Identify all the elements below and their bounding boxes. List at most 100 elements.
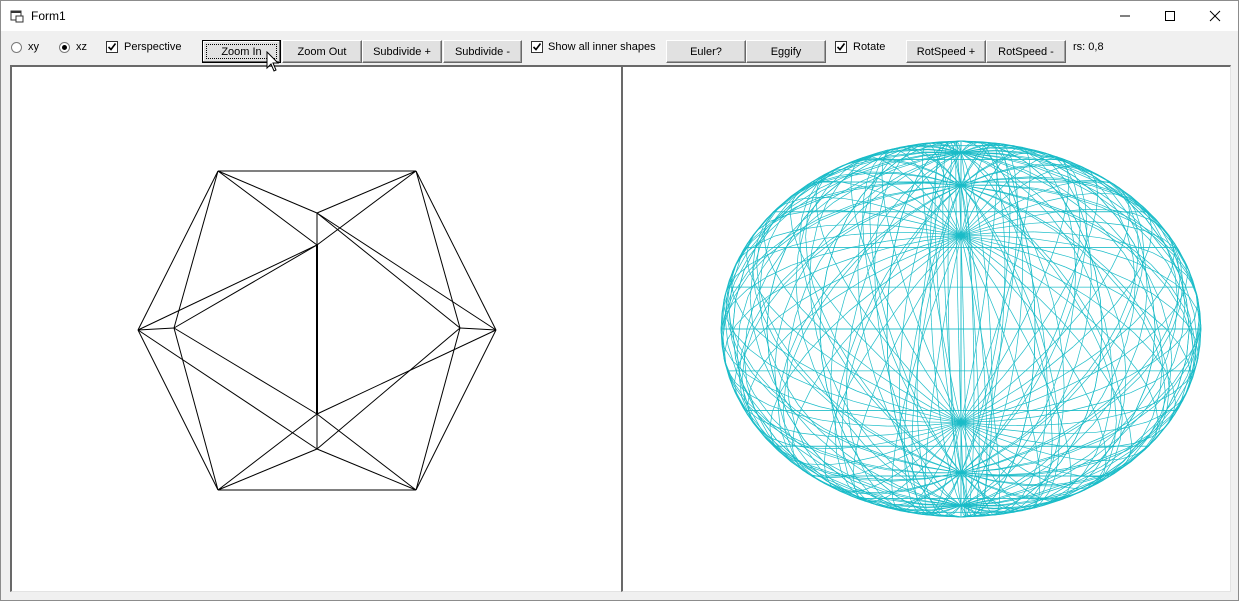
minimize-button[interactable] [1102, 1, 1148, 31]
wire-edge [415, 329, 497, 491]
wire-edge [316, 212, 497, 331]
rotate-label[interactable]: Rotate [853, 41, 885, 53]
wire-edge [886, 188, 924, 196]
checkmark-icon [532, 43, 542, 51]
wire-edge [921, 276, 926, 306]
wire-edge [1103, 460, 1125, 479]
perspective-label[interactable]: Perspective [124, 41, 181, 53]
wire-edge [816, 204, 827, 227]
wire-edge [956, 279, 959, 309]
show-inner-checkbox[interactable] [531, 41, 543, 53]
wire-edge [985, 287, 998, 316]
wire-edge [757, 352, 772, 372]
wire-edge [1063, 372, 1095, 389]
wire-edge [998, 231, 1035, 233]
wire-edge [791, 397, 821, 408]
wire-edge [756, 329, 776, 347]
rotspeed-plus-label: RotSpeed + [916, 45, 976, 58]
wire-edge [1099, 299, 1103, 330]
wire-edge [1178, 249, 1187, 265]
wire-edge [850, 365, 870, 392]
wire-edge [848, 327, 860, 356]
wire-edge [1023, 171, 1053, 188]
wire-edge [137, 327, 175, 331]
rotspeed-plus-button[interactable]: RotSpeed + [906, 40, 986, 63]
wire-edge [1110, 350, 1113, 380]
wire-edge [830, 383, 833, 411]
rotate-checkbox[interactable] [835, 41, 847, 53]
wire-edge [415, 170, 461, 329]
wire-edge [1035, 238, 1070, 245]
wire-edge [756, 265, 760, 289]
wire-edge [1100, 412, 1129, 420]
close-button[interactable] [1192, 1, 1238, 31]
wire-edge [1066, 360, 1078, 390]
wire-edge [1173, 364, 1189, 387]
radio-xy-label[interactable]: xy [28, 41, 39, 53]
wire-edge [961, 262, 963, 291]
wire-edge [924, 342, 937, 371]
wire-edge [1068, 233, 1101, 239]
wire-edge [832, 223, 862, 243]
wire-edge [1057, 300, 1068, 329]
wire-edge [995, 184, 998, 205]
wire-edge [1091, 316, 1105, 344]
wire-edge [898, 362, 901, 392]
wire-edge [1059, 312, 1081, 337]
wire-edge [956, 142, 958, 148]
radio-xz[interactable] [59, 42, 70, 53]
wire-edge [1095, 431, 1106, 454]
wire-edge [810, 447, 836, 450]
wire-edge [948, 322, 950, 352]
wire-edge [1016, 211, 1019, 236]
maximize-button[interactable] [1147, 1, 1193, 31]
euler-button[interactable]: Euler? [666, 40, 746, 63]
right-canvas[interactable] [621, 65, 1231, 592]
wire-edge [822, 189, 855, 199]
wire-edge [316, 170, 417, 214]
wire-edge [1174, 354, 1190, 369]
wire-edge [1134, 273, 1143, 299]
wire-edge [861, 207, 894, 224]
title-bar[interactable]: Form1 [1, 1, 1238, 31]
wire-edge [812, 282, 832, 309]
wire-edge [868, 217, 885, 243]
show-inner-label[interactable]: Show all inner shapes [548, 41, 656, 53]
window-title: Form1 [31, 9, 66, 23]
wire-edge [763, 235, 767, 252]
wire-edge [958, 338, 960, 368]
wire-edge [995, 317, 1002, 347]
wire-edge [316, 329, 497, 415]
wire-edge [1087, 446, 1113, 449]
wire-edge [1149, 267, 1170, 290]
wire-edge [978, 318, 985, 348]
wire-edge [316, 212, 461, 329]
wire-edge [973, 312, 977, 343]
wire-edge [1050, 417, 1053, 442]
wire-edge [963, 349, 966, 379]
wire-edge [733, 275, 749, 298]
wire-edge [816, 335, 827, 365]
wire-edge [808, 269, 824, 292]
perspective-checkbox[interactable] [106, 41, 118, 53]
wire-edge [834, 432, 837, 454]
wire-edge [938, 216, 962, 236]
wire-edge [854, 329, 865, 358]
radio-xy[interactable] [11, 42, 22, 53]
subdivide-plus-button[interactable]: Subdivide + [362, 40, 442, 63]
wire-edge [949, 261, 956, 290]
subdivide-minus-button[interactable]: Subdivide - [443, 40, 522, 63]
wire-edge [860, 337, 884, 361]
wire-edge [884, 196, 903, 219]
left-canvas[interactable] [10, 65, 622, 592]
rotspeed-minus-button[interactable]: RotSpeed - [986, 40, 1066, 63]
radio-xz-label[interactable]: xz [76, 41, 87, 53]
zoom-out-button[interactable]: Zoom Out [282, 40, 362, 63]
eggify-button[interactable]: Eggify [746, 40, 826, 63]
euler-label: Euler? [690, 45, 722, 58]
wire-edge [1028, 152, 1043, 165]
wire-edge [926, 228, 930, 254]
wire-edge [924, 453, 927, 474]
wire-edge [1152, 293, 1173, 309]
wire-edge [1123, 347, 1127, 376]
